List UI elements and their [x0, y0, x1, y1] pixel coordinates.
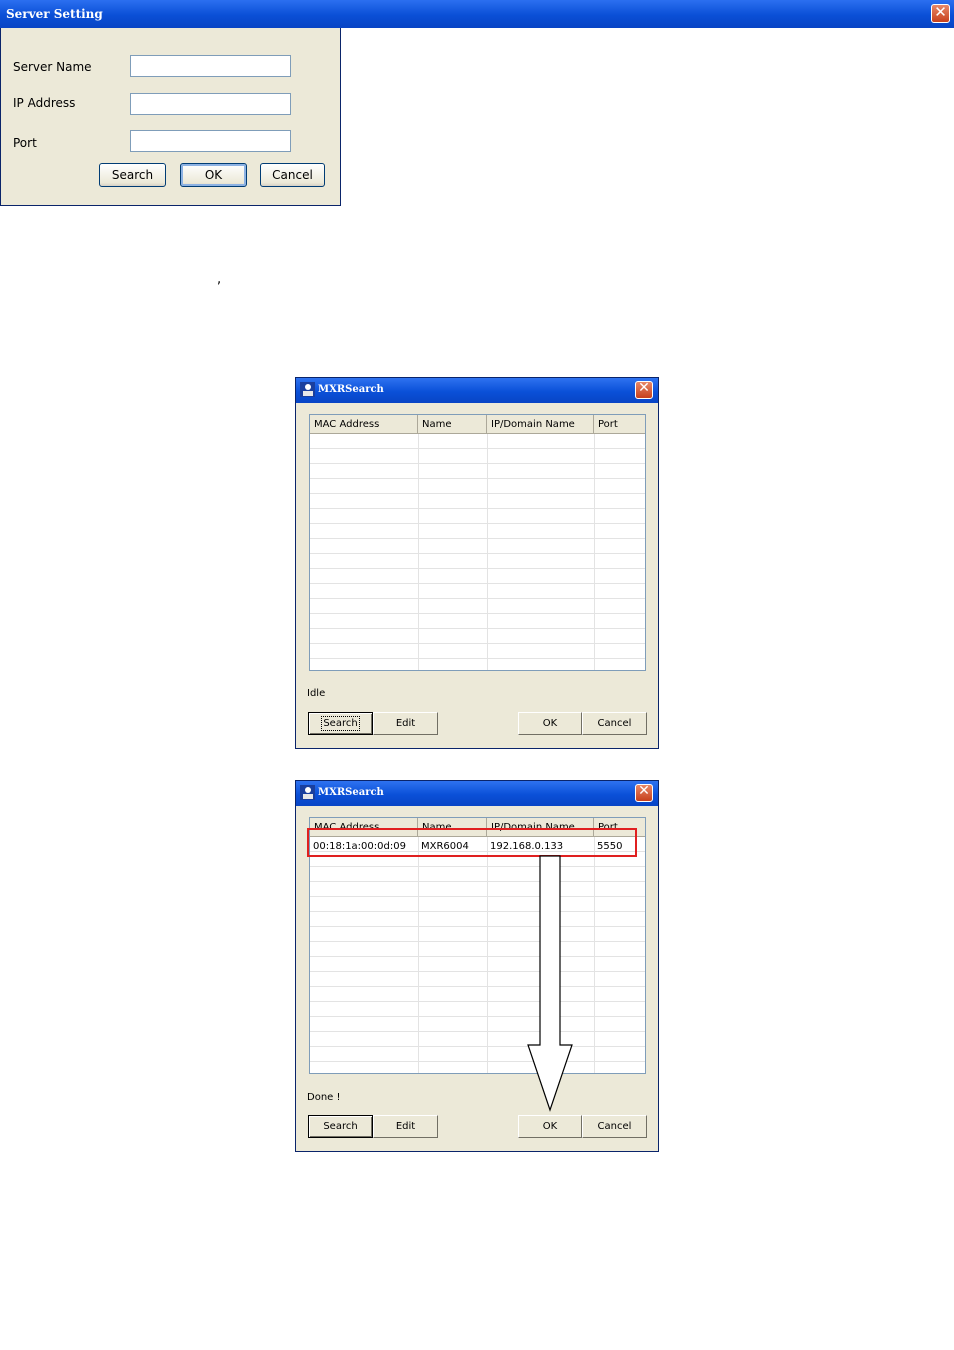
annotation-overlay: [307, 828, 637, 1112]
highlight-box: [307, 828, 637, 857]
arrow-down-icon: [527, 855, 573, 1112]
